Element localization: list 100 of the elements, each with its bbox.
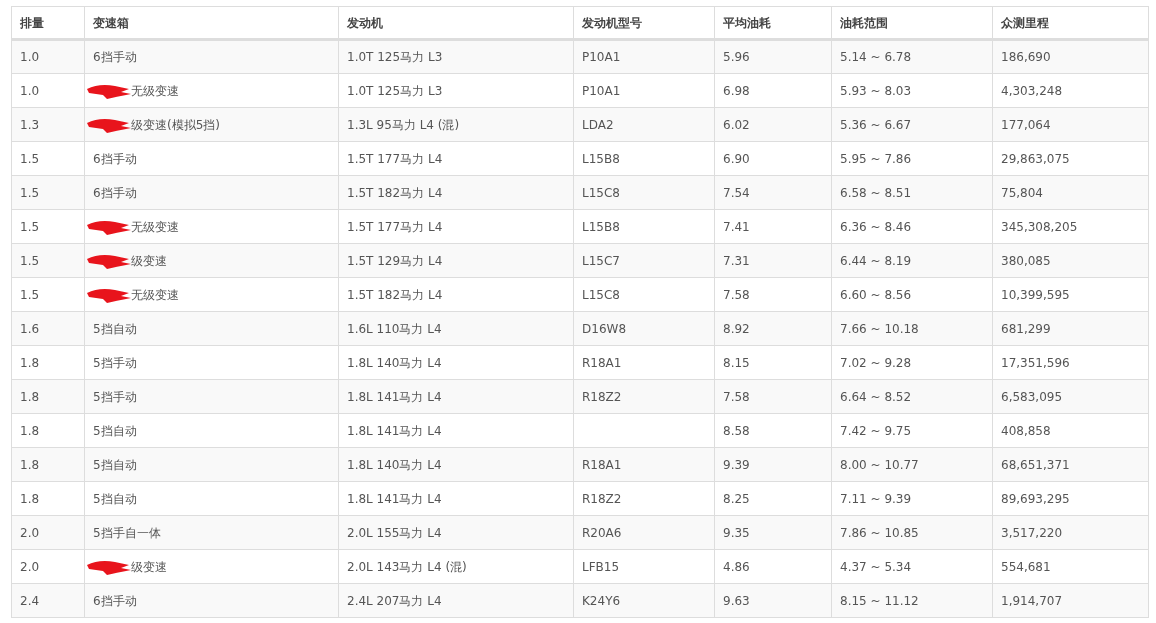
- table-cell: R18Z2: [582, 491, 622, 506]
- table-cell: P10A1: [582, 50, 621, 64]
- table-cell: L15B8: [582, 151, 620, 166]
- table-cell: 408,858: [1001, 423, 1051, 438]
- table-cell: R20A6: [582, 525, 622, 540]
- table-cell: 10,399,595: [1001, 287, 1070, 302]
- table-cell: 1.5: [20, 151, 40, 166]
- table-cell: 8.92: [723, 321, 750, 336]
- table-cell: 177,064: [1001, 117, 1051, 132]
- table-cell: 6.64 ~ 8.52: [840, 389, 912, 404]
- table-cell: 4.86: [723, 559, 750, 574]
- table-cell: 6挡手动: [93, 50, 137, 64]
- table-cell: R18Z2: [582, 389, 622, 404]
- column-header: 发动机: [347, 15, 383, 30]
- table-cell: 6.60 ~ 8.56: [840, 287, 912, 302]
- table-cell: 1.8: [20, 389, 40, 404]
- table-cell: 7.31: [723, 253, 750, 268]
- table-cell: 7.58: [723, 287, 750, 302]
- table-cell: 29,863,075: [1001, 151, 1070, 166]
- table-cell: L15C7: [582, 253, 620, 268]
- column-header: 排量: [20, 15, 44, 30]
- table-cell: 级变速(模拟5挡): [131, 117, 220, 132]
- table-cell: 7.02 ~ 9.28: [840, 355, 912, 370]
- table-cell: L15C8: [582, 287, 620, 302]
- table-cell: 1.8: [20, 423, 40, 438]
- table-cell: 5挡手动: [93, 389, 137, 404]
- table-cell: 6挡手动: [93, 151, 137, 166]
- table-cell: 无级变速: [131, 83, 179, 98]
- table-cell: 186,690: [1001, 50, 1051, 64]
- column-header: 油耗范围: [840, 15, 888, 30]
- table-cell: 级变速: [131, 253, 167, 268]
- table-cell: 7.54: [723, 185, 750, 200]
- table-cell: 1.3: [20, 117, 40, 132]
- table-cell: 1.0: [20, 50, 40, 64]
- table-cell: 1.5T 182马力 L4: [347, 185, 443, 200]
- table-cell: 无级变速: [131, 219, 179, 234]
- table-cell: 1.8L 141马力 L4: [347, 423, 442, 438]
- table-cell: 9.63: [723, 593, 750, 608]
- table-cell: 6.44 ~ 8.19: [840, 253, 912, 268]
- table-cell: 1.5: [20, 219, 40, 234]
- table-cell: 89,693,295: [1001, 491, 1070, 506]
- table-cell: 6挡手动: [93, 185, 137, 200]
- table-cell: 345,308,205: [1001, 219, 1078, 234]
- table-cell: 1.0: [20, 83, 40, 98]
- table-cell: 4,303,248: [1001, 83, 1063, 98]
- table-cell: 级变速: [131, 559, 167, 574]
- table-cell: 681,299: [1001, 321, 1051, 336]
- table-cell: 1.8L 141马力 L4: [347, 491, 442, 506]
- table-cell: 4.37 ~ 5.34: [840, 559, 912, 574]
- table-cell: 2.0L 143马力 L4 (混): [347, 559, 467, 574]
- table-cell: 5.96: [723, 50, 750, 64]
- table-cell: L15B8: [582, 219, 620, 234]
- column-header: 平均油耗: [723, 15, 771, 30]
- table-cell: 1.8: [20, 457, 40, 472]
- table-cell: 5.93 ~ 8.03: [840, 83, 912, 98]
- table-cell: 5.95 ~ 7.86: [840, 151, 912, 166]
- table-cell: 9.39: [723, 457, 750, 472]
- table-cell: 1.8L 141马力 L4: [347, 389, 442, 404]
- table-cell: 7.86 ~ 10.85: [840, 525, 919, 540]
- table-cell: 68,651,371: [1001, 457, 1070, 472]
- table-cell: 6.36 ~ 8.46: [840, 219, 912, 234]
- table-cell: 1.5: [20, 287, 40, 302]
- table-cell: 3,517,220: [1001, 525, 1063, 540]
- table-cell: 8.25: [723, 491, 750, 506]
- table-cell: 2.0: [20, 559, 40, 574]
- table-cell: 1.5T 177马力 L4: [347, 151, 443, 166]
- table-cell: 5.36 ~ 6.67: [840, 117, 912, 132]
- table-cell: 5挡自动: [93, 321, 137, 336]
- table-cell: LDA2: [582, 117, 614, 132]
- table-cell: 5挡手自一体: [93, 525, 161, 540]
- table-cell: 75,804: [1001, 185, 1043, 200]
- table-cell: 7.11 ~ 9.39: [840, 491, 912, 506]
- table-cell: 1.8L 140马力 L4: [347, 457, 442, 472]
- table-cell: 5挡自动: [93, 491, 137, 506]
- table-cell: 6.98: [723, 83, 750, 98]
- table-cell: 无级变速: [131, 287, 179, 302]
- column-header: 变速箱: [93, 15, 129, 30]
- table-cell: 2.4L 207马力 L4: [347, 593, 442, 608]
- table-cell: 1.6L 110马力 L4: [347, 321, 442, 336]
- column-header: 众测里程: [1001, 15, 1049, 30]
- table-cell: 2.0: [20, 525, 40, 540]
- table-cell: P10A1: [582, 83, 621, 98]
- table-cell: 1.6: [20, 321, 40, 336]
- table-cell: 6.02: [723, 117, 750, 132]
- table-cell: 7.66 ~ 10.18: [840, 321, 919, 336]
- table-cell: LFB15: [582, 559, 620, 574]
- table-cell: 554,681: [1001, 559, 1051, 574]
- table-cell: 1.5T 177马力 L4: [347, 219, 443, 234]
- column-header: 发动机型号: [582, 15, 642, 30]
- table-cell: K24Y6: [582, 593, 621, 608]
- table-cell: D16W8: [582, 321, 626, 336]
- table-cell: 2.0L 155马力 L4: [347, 525, 442, 540]
- table-cell: 1.5: [20, 253, 40, 268]
- table-cell: 1.5T 182马力 L4: [347, 287, 443, 302]
- table-cell: 8.58: [723, 423, 750, 438]
- table-cell: 5挡自动: [93, 457, 137, 472]
- table-cell: 7.41: [723, 219, 750, 234]
- table-cell: R18A1: [582, 355, 622, 370]
- table-cell: 5挡手动: [93, 355, 137, 370]
- table-cell: 1.5T 129马力 L4: [347, 253, 443, 268]
